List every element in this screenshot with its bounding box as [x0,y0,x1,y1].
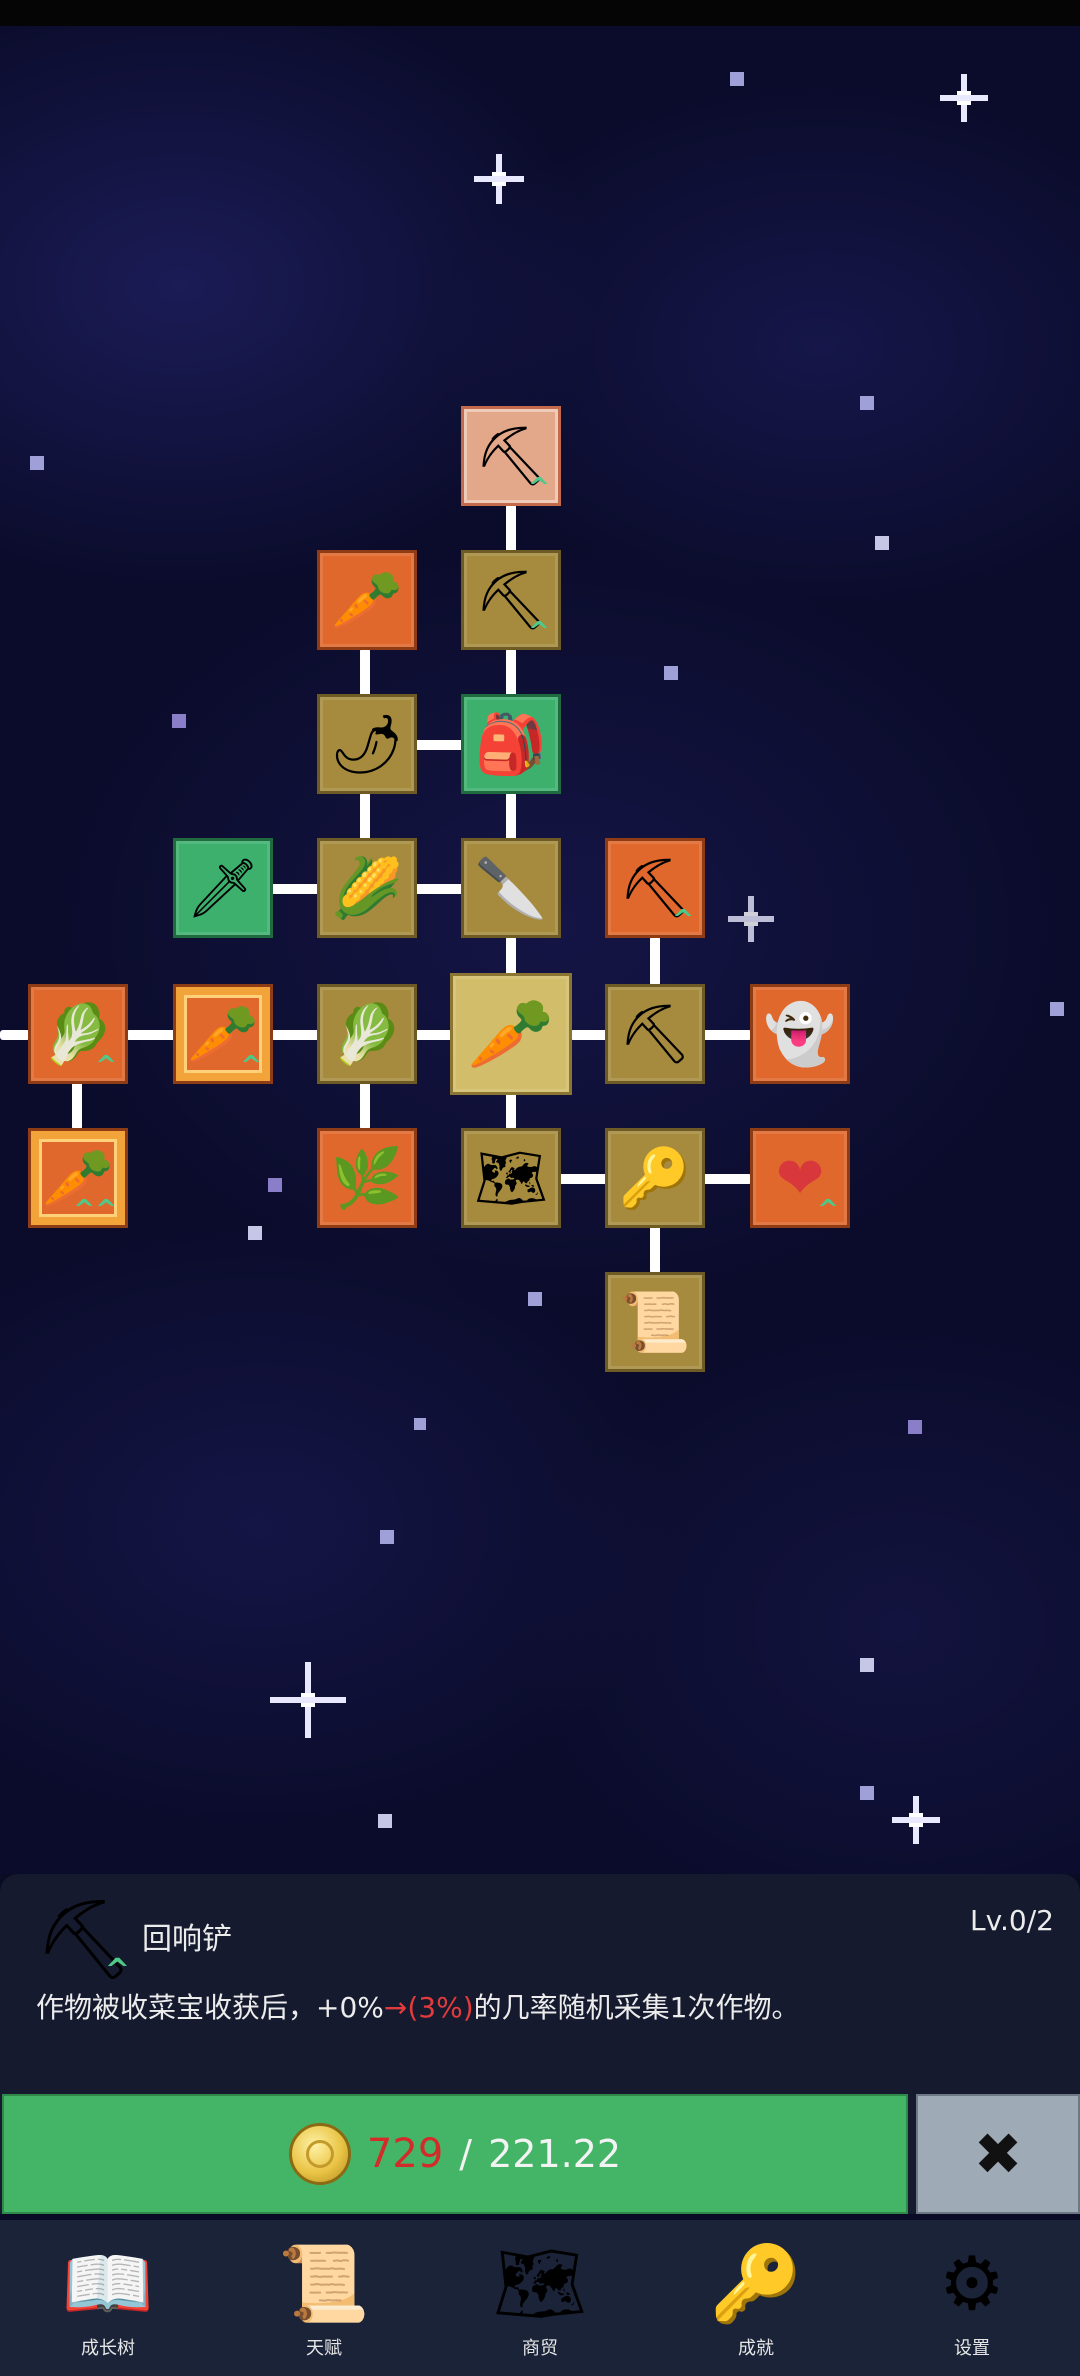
upgrade-chevron-icon: ^ [528,473,550,503]
nav-label: 商贸 [522,2338,558,2359]
radish-icon: 🥕 [330,565,404,634]
tree-link [414,884,464,894]
tree-link [506,1092,516,1130]
coin-required: 221.22 [488,2132,622,2176]
close-button[interactable]: ✖ [916,2094,1080,2214]
upgrade-chevron-icon: ^ [95,1051,117,1081]
skill-node-leek[interactable]: 🌿 [317,1128,417,1228]
skill-node-knife[interactable]: 🔪 [461,838,561,938]
tree-link [0,1030,30,1040]
skill-node-echo-shovel[interactable]: ⛏ ^ [461,406,561,506]
skill-node-shovel[interactable]: ⛏ ^ [461,550,561,650]
tree-link [360,792,370,842]
skill-node-map[interactable]: 🗺 [461,1128,561,1228]
book-icon: 📖 [61,2240,155,2327]
skill-name: 回响铲 [142,1922,232,1957]
skill-node-carrot-framed-2[interactable]: 🥕 ^^ [28,1128,128,1228]
gear-icon: ⚙ [938,2241,1006,2327]
upgrade-chevron-icon: ^ [104,1953,130,1988]
tree-link [270,884,320,894]
skill-node-carrot-center[interactable]: 🥕 [450,973,572,1095]
backpack-icon: 🎒 [474,709,548,778]
desc-highlight: →(3%) [383,1991,474,2024]
skill-node-sword[interactable]: 🗡 [173,838,273,938]
skill-node-corn[interactable]: 🌽 [317,838,417,938]
skill-level: Lv.0/2 [970,1904,1054,1937]
skill-node-radish[interactable]: 🥕 [317,550,417,650]
nav-item-settings[interactable]: ⚙ 设置 [902,2220,1042,2376]
tree-link [650,1224,660,1274]
tree-link [506,504,516,554]
coin-icon [288,2123,351,2185]
tree-link [506,792,516,842]
bottom-nav: 📖 成长树 📜 天赋 🗺 商贸 🔑 成就 ⚙ 设置 [0,2220,1080,2376]
tree-link [270,1030,320,1040]
tree-link [360,1080,370,1130]
tree-link [506,648,516,698]
nav-item-achievements[interactable]: 🔑 成就 [686,2220,826,2376]
skill-node-cabbage-left[interactable]: 🥬 ^ [28,984,128,1084]
skill-node-heart[interactable]: ❤ ^ [750,1128,850,1228]
upgrade-chevron-icon: ^ [528,617,550,647]
skill-node-carrot-framed[interactable]: 🥕 ^ [173,984,273,1084]
leek-icon: 🌿 [330,1143,404,1212]
skill-node-chili[interactable]: 🌶 [317,694,417,794]
skill-node-pickaxe-top[interactable]: ⛏ ^ [605,838,705,938]
corn-icon: 🌽 [330,853,404,922]
skill-node-cabbage[interactable]: 🥬 [317,984,417,1084]
tree-link [414,1030,454,1040]
upgrade-chevron-icon: ^ [672,905,694,935]
key-icon: 🔑 [618,1143,692,1212]
tree-link [72,1080,82,1130]
tree-link [506,936,516,976]
key-icon: 🔑 [709,2240,803,2327]
tree-link [360,648,370,698]
chili-icon: 🌶 [330,709,404,778]
sword-icon: 🗡 [186,853,260,922]
skill-description: 作物被收菜宝收获后，+0%→(3%)的几率随机采集1次作物。 [36,1986,799,2026]
upgrade-chevron-icon: ^^ [73,1195,117,1225]
scroll-icon: 📜 [277,2240,371,2327]
desc-text: 作物被收菜宝收获后，+0% [36,1991,384,2024]
upgrade-chevron-icon: ^ [240,1051,262,1081]
tree-link [702,1174,752,1184]
map-icon: 🗺 [474,1143,548,1212]
upgrade-button[interactable]: 729 / 221.22 [2,2094,908,2214]
skill-node-ghost[interactable]: 👻 [750,984,850,1084]
tree-link [126,1030,176,1040]
nav-item-trade[interactable]: 🗺 商贸 [470,2220,610,2376]
skill-tree: ⛏ ^ 🥕 ⛏ ^ 🌶 🎒 🗡 🌽 🔪 ⛏ ^ 🥬 ^ 🥕 ^ 🥬 🥕 ⛏ 👻 🥕 ^^ 🌿… [0,0,1080,1880]
skill-node-backpack[interactable]: 🎒 [461,694,561,794]
skill-node-pickaxe[interactable]: ⛏ [605,984,705,1084]
skill-node-key[interactable]: 🔑 [605,1128,705,1228]
pickaxe-icon: ⛏ [618,999,692,1068]
scroll-icon: 📜 [618,1287,692,1356]
nav-label: 成就 [738,2338,774,2359]
coin-owned: 729 [366,2131,444,2177]
nav-item-talent[interactable]: 📜 天赋 [254,2220,394,2376]
map-icon: 🗺 [493,2240,587,2327]
nav-item-growth-tree[interactable]: 📖 成长树 [38,2220,178,2376]
upgrade-chevron-icon: ^ [817,1195,839,1225]
nav-label: 成长树 [81,2338,135,2359]
tree-link [414,740,464,750]
nav-label: 设置 [954,2338,990,2359]
cost-separator: / [459,2132,473,2176]
tree-link [650,936,660,986]
skill-node-scroll[interactable]: 📜 [605,1272,705,1372]
nav-label: 天赋 [306,2338,342,2359]
shovel-icon: ⛏ ^ [34,1890,134,1990]
knife-icon: 🔪 [474,853,548,922]
tree-link [702,1030,752,1040]
close-icon: ✖ [973,2120,1023,2188]
desc-text-end: 的几率随机采集1次作物。 [473,1991,800,2024]
tree-link [558,1174,608,1184]
cabbage-icon: 🥬 [330,999,404,1068]
ghost-icon: 👻 [763,999,837,1068]
tree-link [570,1030,608,1040]
carrot-icon: 🥕 [467,992,555,1075]
